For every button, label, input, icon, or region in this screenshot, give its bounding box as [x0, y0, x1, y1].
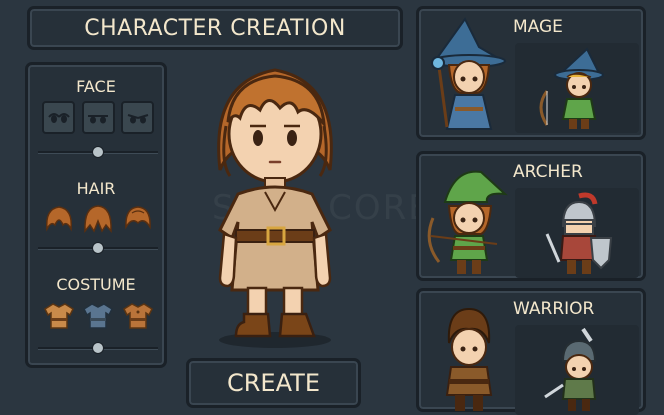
face-option-2[interactable]: [81, 101, 115, 134]
costume-option-2[interactable]: [82, 299, 115, 332]
costume-label: COSTUME: [56, 275, 136, 294]
class-card-archer[interactable]: ARCHER: [416, 151, 646, 281]
hair-option-3[interactable]: [121, 201, 154, 234]
create-button-label: CREATE: [227, 369, 320, 397]
character-sprite: [217, 68, 333, 348]
face-option-1[interactable]: [42, 101, 75, 134]
class-name-archer: ARCHER: [513, 162, 583, 182]
face-slider[interactable]: [38, 146, 158, 158]
ranger-sprite: [539, 47, 604, 129]
hair-icon: [124, 205, 151, 229]
tunic-icon: [43, 302, 74, 329]
hair-label: HAIR: [76, 179, 116, 198]
class-name-mage: MAGE: [513, 17, 563, 37]
character-preview: [180, 52, 370, 352]
customization-panel: FACE HAIR COSTUME: [25, 62, 167, 368]
face-label: FACE: [76, 77, 116, 96]
warrior-sprite: [445, 307, 493, 411]
costume-option-3[interactable]: [121, 299, 154, 332]
costume-slider[interactable]: [38, 342, 158, 354]
face-slider-knob[interactable]: [92, 146, 104, 158]
eyes-icon: [47, 112, 70, 123]
costume-options: [42, 299, 154, 332]
mage-sprite: [431, 17, 507, 130]
costume-slider-knob[interactable]: [92, 342, 104, 354]
class-card-mage[interactable]: MAGE: [416, 6, 646, 140]
tunic-icon: [83, 302, 113, 329]
costume-option-1[interactable]: [42, 299, 75, 332]
title-bar: CHARACTER CREATION: [27, 6, 403, 50]
class-alt-warrior: [515, 325, 639, 415]
create-button[interactable]: CREATE: [186, 358, 361, 408]
hair-icon: [45, 205, 72, 232]
eyes-icon: [88, 114, 108, 123]
archer-sprite: [427, 170, 508, 274]
face-options: [42, 101, 154, 134]
eyes-icon: [127, 113, 148, 123]
class-alt-mage: [515, 43, 639, 133]
face-option-3[interactable]: [121, 101, 154, 134]
hair-icon: [84, 204, 112, 233]
page-title: CHARACTER CREATION: [84, 15, 346, 41]
hair-option-1[interactable]: [42, 201, 75, 234]
soldier-sprite: [544, 327, 597, 411]
class-alt-archer: [515, 188, 639, 278]
hair-options: [42, 201, 154, 234]
hair-slider[interactable]: [38, 242, 158, 254]
hair-option-2[interactable]: [82, 201, 115, 234]
hair-slider-knob[interactable]: [92, 242, 104, 254]
class-card-warrior[interactable]: WARRIOR: [416, 288, 646, 415]
class-name-warrior: WARRIOR: [513, 299, 595, 319]
tunic-icon: [122, 302, 153, 329]
knight-sprite: [545, 192, 613, 274]
